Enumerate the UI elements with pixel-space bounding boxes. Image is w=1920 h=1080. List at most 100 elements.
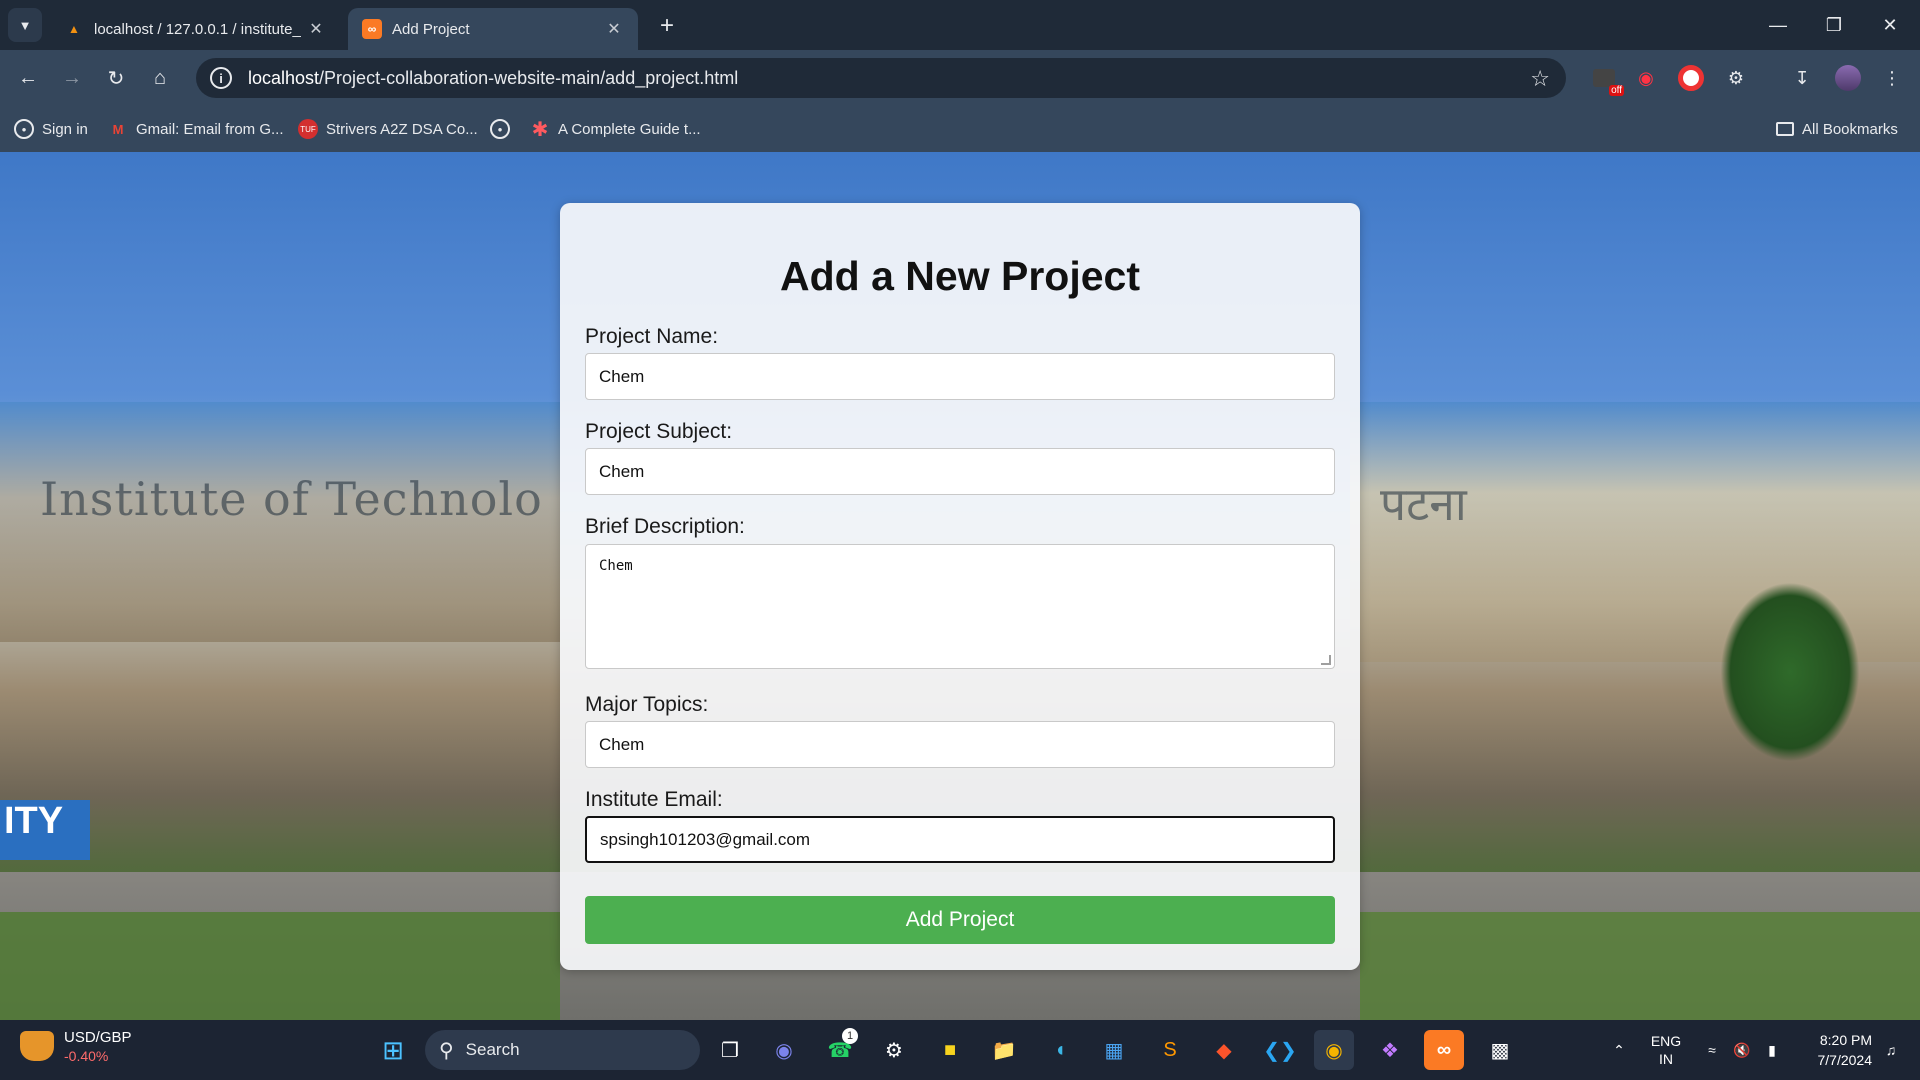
bookmark-globe[interactable]: • — [490, 106, 518, 152]
background-gate-text: Institute of Technolo — [40, 472, 543, 526]
extensions-puzzle-icon[interactable]: ⚙ — [1722, 64, 1750, 92]
all-bookmarks-label: All Bookmarks — [1802, 120, 1898, 138]
profile-avatar[interactable] — [1834, 64, 1862, 92]
url-text[interactable]: localhost/Project-collaboration-website-… — [248, 68, 738, 89]
battery-icon[interactable]: ▮ — [1758, 1020, 1786, 1080]
gmail-icon: M — [112, 121, 124, 137]
notification-badge: 1 — [842, 1028, 858, 1044]
ticker-symbol: USD/GBP — [64, 1029, 132, 1046]
system-clock[interactable]: 8:20 PM 7/7/2024 — [1800, 1030, 1873, 1070]
clock-time: 8:20 PM — [1819, 1032, 1872, 1048]
add-project-button[interactable]: Add Project — [585, 896, 1335, 944]
microsoft-store-icon[interactable]: ▦ — [1094, 1030, 1134, 1070]
terminal-icon[interactable]: ▩ — [1480, 1030, 1520, 1070]
restore-button[interactable]: ❐ — [1806, 0, 1862, 50]
search-icon: ⚲ — [439, 1039, 454, 1062]
extension-off-icon[interactable]: off — [1590, 64, 1624, 96]
back-button[interactable]: ← — [10, 60, 46, 96]
copilot-icon[interactable]: ❖ — [1370, 1030, 1410, 1070]
new-tab-button[interactable]: + — [652, 12, 682, 40]
reload-button[interactable]: ↻ — [98, 60, 134, 96]
record-extension-icon[interactable]: ◉ — [1632, 64, 1660, 92]
folder-icon — [1776, 122, 1794, 136]
volume-muted-icon[interactable]: 🔇 — [1728, 1020, 1756, 1080]
edge-browser-icon[interactable]: ◖ — [1040, 1030, 1080, 1070]
settings-gear-icon[interactable]: ⚙ — [874, 1030, 914, 1070]
bookmark-sign-in[interactable]: • Sign in — [14, 106, 88, 152]
brave-browser-icon[interactable]: ◆ — [1204, 1030, 1244, 1070]
project-name-label: Project Name: — [585, 325, 719, 348]
close-icon[interactable]: ✕ — [306, 19, 326, 39]
sublime-text-icon[interactable]: S — [1150, 1030, 1190, 1070]
close-window-button[interactable]: ✕ — [1862, 0, 1918, 50]
notification-bell-icon[interactable]: ♫ — [1876, 1020, 1906, 1080]
menu-kebab-icon[interactable]: ⋮ — [1878, 64, 1906, 92]
tab-title: Add Project — [392, 20, 470, 38]
description-label: Brief Description: — [585, 515, 745, 538]
ticker-change: -0.40% — [64, 1048, 109, 1064]
file-explorer-icon[interactable]: 📁 — [984, 1030, 1024, 1070]
bookmark-label: Sign in — [42, 120, 88, 138]
search-label: Search — [465, 1040, 520, 1059]
tuf-icon: TUF — [298, 119, 318, 139]
bookmark-label: A Complete Guide t... — [558, 120, 701, 138]
background-palm-tree — [1720, 582, 1860, 762]
windows-taskbar: USD/GBP -0.40% ⊞ ⚲ Search ❐ ◉ ☎ 1 ⚙ ■ 📁 … — [0, 1020, 1920, 1080]
vscode-icon[interactable]: ❮❯ — [1260, 1030, 1300, 1070]
minimize-button[interactable]: — — [1750, 0, 1806, 50]
download-icon[interactable]: ↧ — [1788, 64, 1816, 92]
tab-phpmyadmin[interactable]: ▲ localhost / 127.0.0.1 / institute_ ✕ — [50, 8, 340, 50]
project-subject-input[interactable]: Chem — [585, 448, 1335, 495]
project-subject-label: Project Subject: — [585, 420, 733, 443]
xampp-icon: ∞ — [362, 19, 382, 39]
stock-ticker-icon — [20, 1031, 54, 1061]
reload-icon: ↻ — [107, 67, 125, 90]
all-bookmarks[interactable]: All Bookmarks — [1776, 106, 1898, 152]
major-topics-input[interactable]: Chem — [585, 721, 1335, 768]
region-code: IN — [1659, 1051, 1673, 1067]
bookmark-strivers[interactable]: TUF Strivers A2Z DSA Co... — [298, 106, 478, 152]
screen-capture-extension-icon[interactable] — [1677, 64, 1705, 92]
page-viewport: Institute of Technolo पटना ITY Add a New… — [0, 152, 1920, 1020]
url-path: /Project-collaboration-website-main/add_… — [319, 67, 739, 88]
institute-email-input[interactable]: spsingh101203@gmail.com — [585, 816, 1335, 863]
bookmark-gmail[interactable]: M Gmail: Email from G... — [108, 106, 284, 152]
widgets-ticker[interactable]: USD/GBP -0.40% — [20, 1028, 132, 1064]
bookmark-label: Strivers A2Z DSA Co... — [326, 120, 478, 138]
wifi-icon[interactable]: ≈ — [1698, 1020, 1726, 1080]
tab-search-button[interactable]: ▼ — [8, 8, 42, 42]
language-code: ENG — [1650, 1033, 1682, 1049]
windows-start-icon[interactable]: ⊞ — [373, 1030, 413, 1070]
background-gate-text-hindi: पटना — [1380, 477, 1467, 531]
whatsapp-icon[interactable]: ☎ 1 — [820, 1028, 860, 1070]
taskbar-search[interactable]: ⚲ Search — [425, 1030, 700, 1070]
project-name-input[interactable]: Chem — [585, 353, 1335, 400]
background-grass-right — [1360, 912, 1920, 1020]
extension-badge: off — [1609, 85, 1624, 96]
major-topics-label: Major Topics: — [585, 693, 709, 716]
tab-add-project[interactable]: ∞ Add Project ✕ — [348, 8, 638, 50]
close-icon[interactable]: ✕ — [604, 19, 624, 39]
address-bar[interactable]: i localhost/Project-collaboration-websit… — [196, 58, 1566, 98]
background-sign: ITY — [0, 800, 90, 860]
tab-strip: ▼ ▲ localhost / 127.0.0.1 / institute_ ✕… — [0, 0, 1920, 50]
resize-grip-icon[interactable] — [1321, 655, 1331, 665]
bookmark-complete-guide[interactable]: ✱ A Complete Guide t... — [530, 106, 701, 152]
teams-chat-icon[interactable]: ◉ — [764, 1030, 804, 1070]
task-view-icon[interactable]: ❐ — [710, 1030, 750, 1070]
chrome-icon[interactable]: ◉ — [1314, 1030, 1354, 1070]
description-textarea[interactable]: Chem — [585, 544, 1335, 669]
home-button[interactable]: ⌂ — [142, 60, 178, 96]
sticky-notes-icon[interactable]: ■ — [930, 1030, 970, 1070]
bookmark-star-icon[interactable]: ☆ — [1530, 66, 1550, 92]
bookmark-label: Gmail: Email from G... — [136, 120, 284, 138]
chevron-up-icon[interactable]: ⌃ — [1604, 1020, 1634, 1080]
tab-title: localhost / 127.0.0.1 / institute_ — [94, 20, 301, 38]
page-title: Add a New Project — [780, 253, 1140, 299]
forward-button[interactable]: → — [54, 60, 90, 96]
phpmyadmin-icon: ▲ — [68, 22, 80, 36]
site-info-icon[interactable]: i — [210, 67, 232, 89]
chevron-down-icon: ▼ — [18, 17, 32, 33]
xampp-icon[interactable]: ∞ — [1424, 1030, 1464, 1070]
language-indicator[interactable]: ENG IN — [1644, 1020, 1688, 1080]
